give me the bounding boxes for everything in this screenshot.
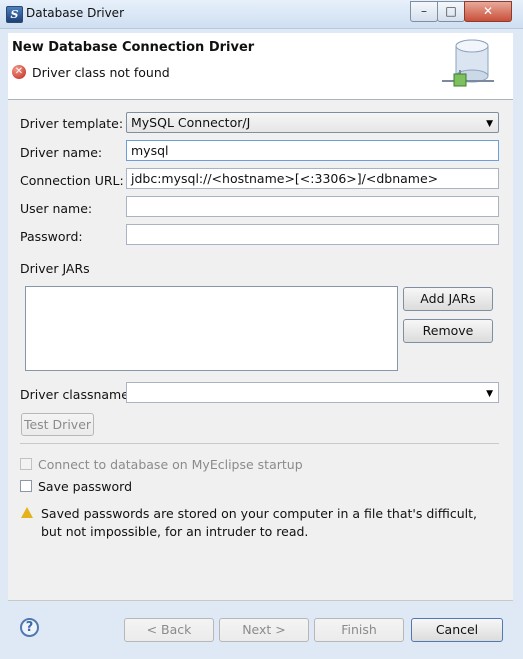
driver-template-label: Driver template: <box>20 116 124 131</box>
remove-button[interactable]: Remove <box>403 319 493 343</box>
password-warning-text: Saved passwords are stored on your compu… <box>41 506 477 539</box>
password-label: Password: <box>20 229 83 244</box>
next-button[interactable]: Next > <box>219 618 309 642</box>
finish-button[interactable]: Finish <box>314 618 404 642</box>
separator <box>20 443 499 444</box>
test-driver-button[interactable]: Test Driver <box>21 413 94 436</box>
page-title: New Database Connection Driver <box>12 40 255 55</box>
driver-template-value: MySQL Connector/J <box>131 115 251 130</box>
connection-url-input[interactable]: jdbc:mysql://<hostname>[<:3306>]/<dbname… <box>126 168 499 189</box>
driver-name-label: Driver name: <box>20 145 103 160</box>
close-button[interactable]: ✕ <box>464 1 512 22</box>
user-name-input[interactable] <box>126 196 499 217</box>
footer-separator <box>8 600 513 601</box>
driver-classname-label: Driver classname: <box>20 387 134 402</box>
dropdown-arrow-icon: ▼ <box>486 119 493 129</box>
connect-on-startup-checkbox[interactable] <box>20 458 32 470</box>
error-icon: ✕ <box>12 65 26 79</box>
maximize-button[interactable]: □ <box>437 1 465 22</box>
cancel-button[interactable]: Cancel <box>411 618 503 642</box>
save-password-checkbox[interactable] <box>20 480 32 492</box>
error-message: Driver class not found <box>32 65 170 80</box>
driver-name-input[interactable]: mysql <box>126 140 499 161</box>
user-name-label: User name: <box>20 201 93 216</box>
myeclipse-icon: S <box>6 6 23 23</box>
window-title: Database Driver <box>26 6 124 20</box>
driver-jars-list[interactable] <box>25 286 398 371</box>
connection-url-label: Connection URL: <box>20 173 124 188</box>
save-password-label: Save password <box>38 479 133 494</box>
help-icon[interactable]: ? <box>20 618 39 637</box>
add-jars-button[interactable]: Add JARs <box>403 287 493 311</box>
warning-icon <box>21 507 33 518</box>
driver-classname-select[interactable]: ▼ <box>126 382 499 403</box>
driver-template-select[interactable]: MySQL Connector/J ▼ <box>126 112 499 133</box>
password-input[interactable] <box>126 224 499 245</box>
driver-jars-label: Driver JARs <box>20 261 90 276</box>
database-driver-icon <box>442 39 494 87</box>
back-button[interactable]: < Back <box>124 618 214 642</box>
connect-on-startup-label: Connect to database on MyEclipse startup <box>38 457 303 472</box>
dropdown-arrow-icon: ▼ <box>486 389 493 399</box>
minimize-button[interactable]: – <box>410 1 438 22</box>
